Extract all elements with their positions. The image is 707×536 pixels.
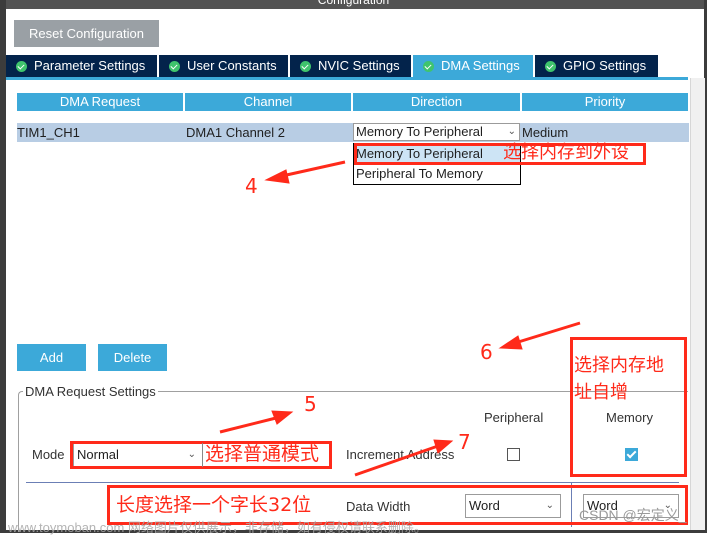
arrow-7	[354, 439, 454, 477]
annotation-arrows	[219, 160, 581, 477]
site-watermark: www.toymoban.com 网络图片仅供展示，非存储，如有侵权请联系删除。	[8, 520, 427, 535]
arrow-4	[264, 160, 346, 184]
arrow-5	[219, 410, 294, 434]
author-watermark: CSDN @宏定义_	[579, 507, 687, 523]
arrow-6	[498, 321, 581, 350]
